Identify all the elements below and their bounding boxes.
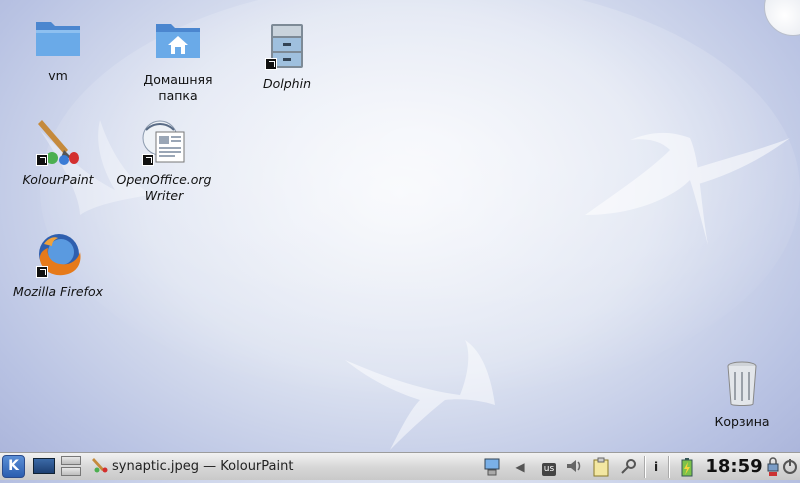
desktop-icon-home[interactable]: Домашняя папка: [128, 18, 228, 104]
kolourpaint-task-icon: [92, 457, 108, 473]
home-folder-icon: [154, 18, 202, 66]
desktop-icon-dolphin[interactable]: Dolphin: [237, 22, 337, 92]
kickoff-menu-button[interactable]: K: [2, 455, 25, 478]
writer-document-icon: [140, 118, 188, 166]
shortcut-arrow-icon: [142, 154, 154, 166]
file-cabinet-icon: [263, 22, 311, 70]
desktop-icon-kolourpaint[interactable]: KolourPaint: [8, 118, 108, 188]
firefox-icon: [34, 230, 82, 278]
task-item-label: synaptic.jpeg — KolourPaint: [112, 459, 294, 474]
shortcut-arrow-icon: [36, 266, 48, 278]
desktop-pager[interactable]: [61, 456, 83, 478]
desktop-icon-label: OpenOffice.org Writer: [116, 172, 212, 203]
swallow-large: [585, 132, 790, 245]
taskbar-panel: K synaptic.jpeg — KolourPaint ◀ us i 18:…: [0, 452, 800, 480]
trash-icon: [718, 360, 766, 408]
shortcut-arrow-icon: [265, 58, 277, 70]
tray-collapse-arrow-icon[interactable]: ◀: [514, 457, 526, 477]
desktop-icon-writer[interactable]: OpenOffice.org Writer: [114, 118, 214, 204]
swallow-bottom: [345, 340, 495, 450]
clipboard-icon[interactable]: [590, 457, 612, 477]
info-icon[interactable]: i: [650, 457, 662, 477]
battery-icon[interactable]: [676, 457, 698, 477]
show-desktop-icon[interactable]: [33, 458, 55, 474]
lock-icon[interactable]: [766, 457, 780, 477]
folder-icon: [34, 14, 82, 62]
desktop-icon-label: Mozilla Firefox: [13, 284, 103, 299]
keyboard-layout-indicator[interactable]: us: [538, 457, 560, 477]
leave-logout-icon[interactable]: [782, 457, 798, 477]
pager-desktop-1[interactable]: [61, 456, 81, 465]
desktop-icon-label: vm: [48, 68, 68, 83]
volume-icon[interactable]: [564, 457, 584, 477]
desktop-toolbox-button[interactable]: [764, 0, 800, 36]
panel-separator: [644, 456, 646, 478]
desktop-icon-firefox[interactable]: Mozilla Firefox: [8, 230, 108, 300]
clock[interactable]: 18:59: [704, 455, 764, 479]
desktop-icon-label: Корзина: [714, 414, 770, 429]
desktop-icon-label: KolourPaint: [22, 172, 94, 187]
panel-separator: [668, 456, 670, 478]
desktop-icon-label: Dolphin: [263, 76, 311, 91]
search-icon[interactable]: [618, 457, 640, 477]
wallpaper: [40, 0, 800, 450]
shortcut-arrow-icon: [36, 154, 48, 166]
desktop-icon-trash[interactable]: Корзина: [692, 360, 792, 430]
desktop-icon-vm[interactable]: vm: [8, 14, 108, 84]
pager-desktop-2[interactable]: [61, 467, 81, 476]
task-item-kolourpaint[interactable]: synaptic.jpeg — KolourPaint: [92, 455, 472, 479]
desktop-icon-label: Домашняя папка: [143, 72, 213, 103]
keyboard-layout-label: us: [541, 463, 557, 476]
network-manager-icon[interactable]: [482, 457, 502, 477]
paintbrush-icon: [34, 118, 82, 166]
